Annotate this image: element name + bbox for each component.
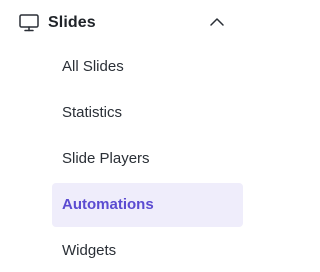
monitor-icon <box>19 14 39 32</box>
slides-group-label: Slides <box>48 14 96 31</box>
slides-group-header[interactable]: Slides <box>0 0 251 46</box>
sidebar-item-widgets[interactable]: Widgets <box>52 229 243 272</box>
sidebar-item-automations[interactable]: Automations <box>52 183 243 227</box>
sidebar-item-label: Statistics <box>62 104 123 121</box>
sidebar-menu: Slides All Slides Statistics Slide Playe… <box>0 0 251 272</box>
chevron-up-icon[interactable] <box>208 16 226 28</box>
sidebar-item-label: Widgets <box>62 242 117 259</box>
sidebar-item-slide-players[interactable]: Slide Players <box>52 137 243 181</box>
sidebar-item-label: All Slides <box>62 58 124 75</box>
sidebar-item-label: Slide Players <box>62 150 150 167</box>
sidebar-item-statistics[interactable]: Statistics <box>52 91 243 135</box>
sidebar-item-label: Automations <box>62 196 154 213</box>
sidebar-item-all-slides[interactable]: All Slides <box>52 45 243 89</box>
